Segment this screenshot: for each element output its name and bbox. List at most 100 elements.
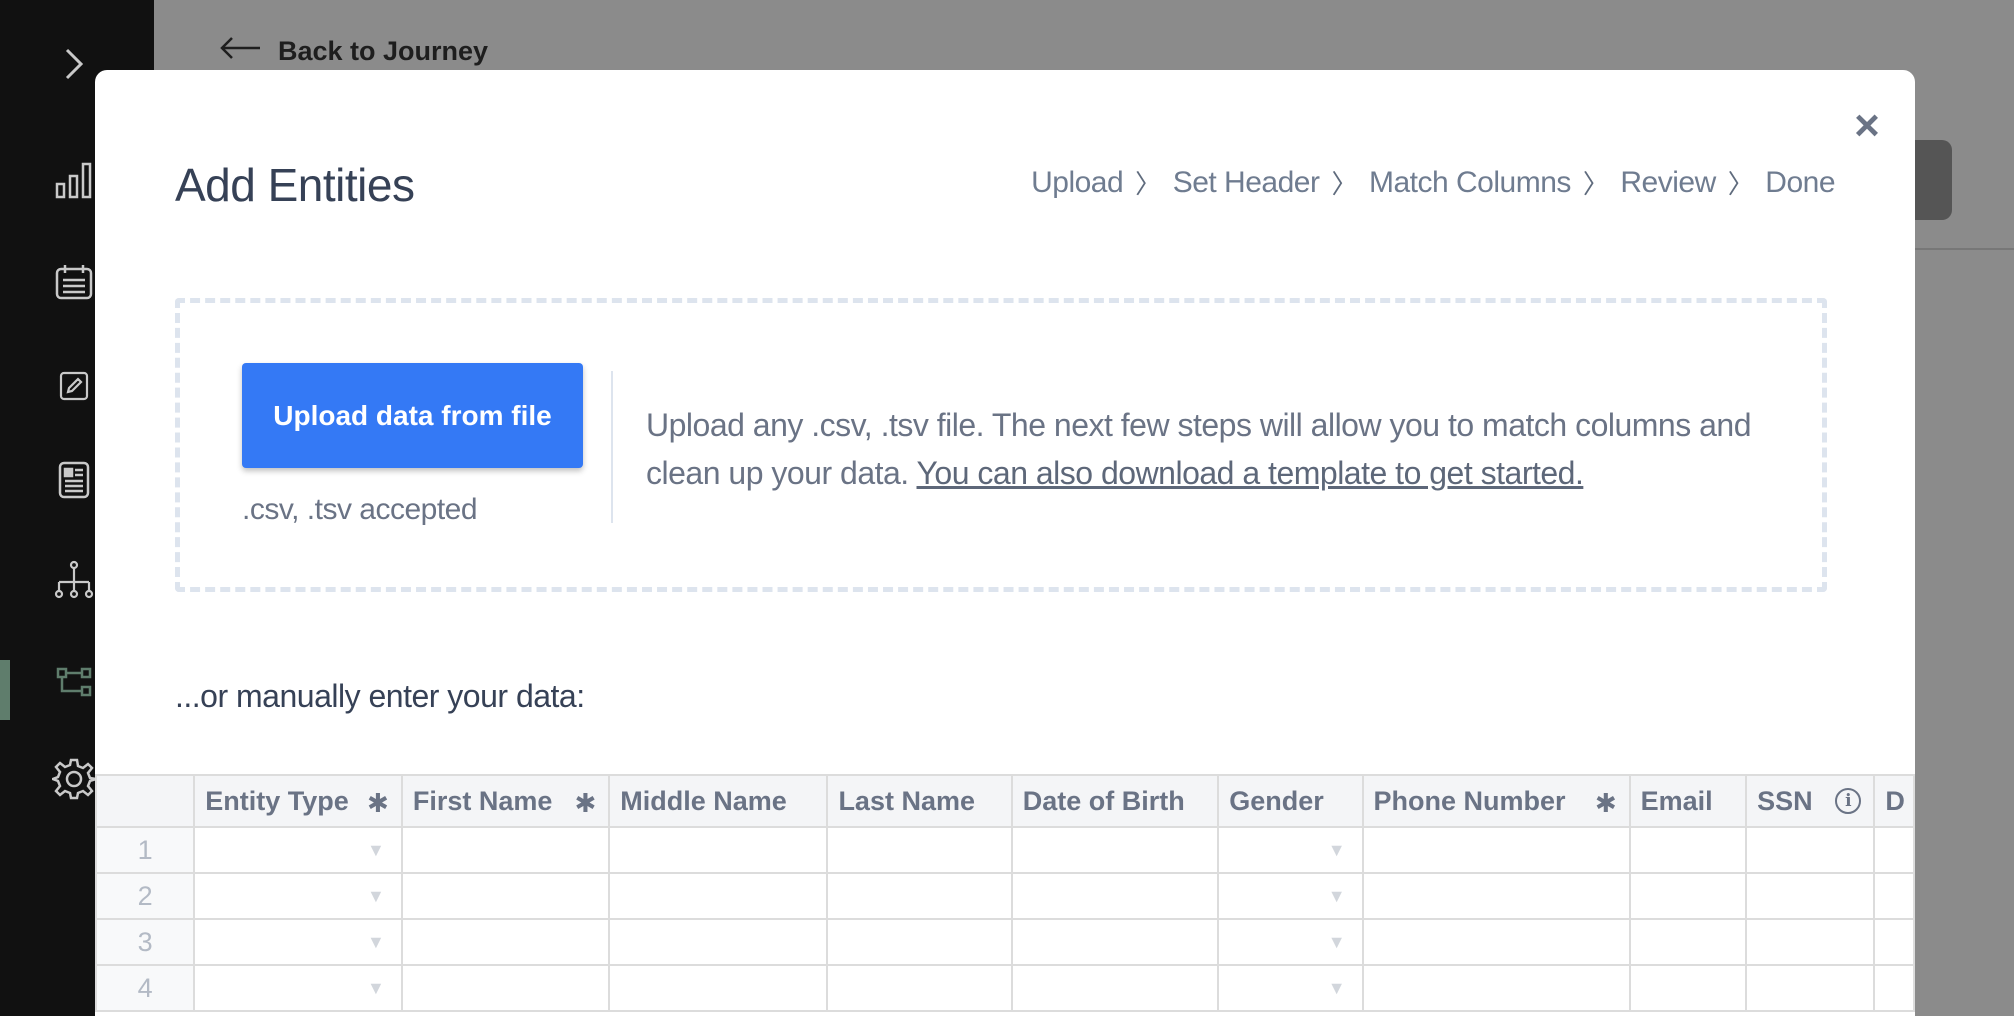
upload-description: Upload any .csv, .tsv file. The next few… <box>646 401 1776 497</box>
dropdown-caret-icon[interactable]: ▼ <box>367 886 385 907</box>
grid-cell[interactable] <box>1628 964 1748 1012</box>
arrow-left-icon <box>218 36 262 67</box>
grid-cell[interactable] <box>1361 872 1631 920</box>
column-header[interactable]: Gender <box>1217 774 1364 828</box>
grid-cell[interactable] <box>1628 826 1748 874</box>
org-chart-icon[interactable] <box>50 556 98 604</box>
grid-cell[interactable] <box>400 918 611 966</box>
gear-icon[interactable] <box>50 755 98 803</box>
calendar-list-icon[interactable] <box>50 258 98 306</box>
row-number: 1 <box>95 826 196 874</box>
grid-cell[interactable] <box>826 918 1013 966</box>
grid-cell[interactable] <box>608 964 829 1012</box>
table-row: 4 ▼ ▼ <box>95 964 1915 1012</box>
dropdown-caret-icon[interactable]: ▼ <box>1328 932 1346 953</box>
close-button[interactable]: × <box>1847 101 1887 150</box>
manual-entry-label: ...or manually enter your data: <box>175 678 585 714</box>
dropdown-caret-icon[interactable]: ▼ <box>367 978 385 999</box>
grid-cell[interactable] <box>1745 826 1876 874</box>
column-header[interactable]: Date of Birth <box>1010 774 1220 828</box>
column-header[interactable]: Phone Number ✱ <box>1361 774 1631 828</box>
dropdown-caret-icon[interactable]: ▼ <box>367 840 385 861</box>
step-set-header: Set Header <box>1172 165 1320 199</box>
grid-cell[interactable] <box>1010 918 1220 966</box>
workflow-icon[interactable] <box>50 658 98 706</box>
download-template-link[interactable]: You can also download a template to get … <box>917 455 1584 491</box>
dropdown-caret-icon[interactable]: ▼ <box>1328 886 1346 907</box>
dropdown-caret-icon[interactable]: ▼ <box>1328 840 1346 861</box>
required-icon: ✱ <box>367 788 389 818</box>
step-breadcrumb: Upload 〉 Set Header 〉 Match Columns 〉 Re… <box>1031 164 1835 201</box>
dropdown-caret-icon[interactable]: ▼ <box>1328 978 1346 999</box>
column-header[interactable]: Last Name <box>826 774 1013 828</box>
dropzone-divider <box>611 371 613 523</box>
step-separator-icon: 〉 <box>1135 169 1161 199</box>
grid-cell[interactable]: ▼ <box>193 872 403 920</box>
column-header[interactable]: First Name ✱ <box>400 774 611 828</box>
file-dropzone[interactable]: Upload data from file .csv, .tsv accepte… <box>175 298 1827 592</box>
grid-cell[interactable] <box>400 964 611 1012</box>
grid-cell[interactable] <box>826 872 1013 920</box>
back-to-journey-link[interactable]: Back to Journey <box>218 36 488 67</box>
grid-cell[interactable] <box>1361 826 1631 874</box>
column-header[interactable]: Email <box>1628 774 1748 828</box>
data-entry-grid: Entity Type ✱ First Name ✱ Middle Name Las… <box>95 774 1915 1012</box>
grid-cell[interactable]: ▼ <box>193 918 403 966</box>
row-number: 3 <box>95 918 196 966</box>
grid-cell[interactable] <box>1745 964 1876 1012</box>
table-row: 2 ▼ ▼ <box>95 872 1915 920</box>
grid-cell[interactable] <box>608 918 829 966</box>
column-header[interactable]: Middle Name <box>608 774 829 828</box>
chevron-right-icon[interactable] <box>50 40 98 88</box>
row-number-header <box>95 774 196 828</box>
add-entities-modal: × Add Entities Upload 〉 Set Header 〉 Mat… <box>95 70 1915 1016</box>
dropdown-caret-icon[interactable]: ▼ <box>367 932 385 953</box>
edit-icon[interactable] <box>50 362 98 410</box>
step-separator-icon: 〉 <box>1331 169 1357 199</box>
grid-cell[interactable]: ▼ <box>1217 826 1364 874</box>
grid-cell[interactable] <box>1873 872 1915 920</box>
grid-header-row: Entity Type ✱ First Name ✱ Middle Name Las… <box>95 774 1915 828</box>
column-header[interactable]: D <box>1873 774 1915 828</box>
upload-file-button[interactable]: Upload data from file <box>242 363 583 468</box>
grid-cell[interactable]: ▼ <box>193 826 403 874</box>
grid-cell[interactable] <box>1873 964 1915 1012</box>
grid-cell[interactable] <box>826 964 1013 1012</box>
grid-cell[interactable] <box>1873 826 1915 874</box>
step-upload: Upload <box>1031 165 1124 199</box>
grid-cell[interactable] <box>826 826 1013 874</box>
table-row: 1 ▼ ▼ <box>95 826 1915 874</box>
grid-cell[interactable] <box>1873 918 1915 966</box>
grid-cell[interactable]: ▼ <box>1217 964 1364 1012</box>
required-icon: ✱ <box>1594 788 1617 818</box>
column-header[interactable]: SSN i <box>1745 774 1876 828</box>
column-header[interactable]: Entity Type ✱ <box>193 774 403 828</box>
grid-cell[interactable] <box>608 826 829 874</box>
close-icon: × <box>1854 101 1880 150</box>
grid-cell[interactable] <box>1010 826 1220 874</box>
grid-cell[interactable] <box>1361 964 1631 1012</box>
grid-cell[interactable] <box>1628 872 1748 920</box>
info-icon[interactable]: i <box>1835 788 1862 814</box>
background-divider <box>1915 248 2014 250</box>
accepted-formats-label: .csv, .tsv accepted <box>242 493 478 526</box>
grid-cell[interactable] <box>1745 918 1876 966</box>
document-icon[interactable] <box>50 456 98 504</box>
grid-cell[interactable] <box>400 826 611 874</box>
step-separator-icon: 〉 <box>1582 169 1609 199</box>
required-icon: ✱ <box>574 788 597 818</box>
grid-cell[interactable] <box>400 872 611 920</box>
grid-cell[interactable]: ▼ <box>1217 872 1364 920</box>
back-label: Back to Journey <box>278 36 489 66</box>
bar-chart-icon[interactable] <box>50 156 98 204</box>
row-number: 2 <box>95 872 196 920</box>
grid-cell[interactable]: ▼ <box>193 964 403 1012</box>
grid-cell[interactable] <box>1010 964 1220 1012</box>
step-match-columns: Match Columns <box>1368 165 1571 199</box>
grid-cell[interactable] <box>1745 872 1876 920</box>
grid-cell[interactable]: ▼ <box>1217 918 1364 966</box>
grid-cell[interactable] <box>1010 872 1220 920</box>
grid-cell[interactable] <box>608 872 829 920</box>
grid-cell[interactable] <box>1628 918 1748 966</box>
grid-cell[interactable] <box>1361 918 1631 966</box>
